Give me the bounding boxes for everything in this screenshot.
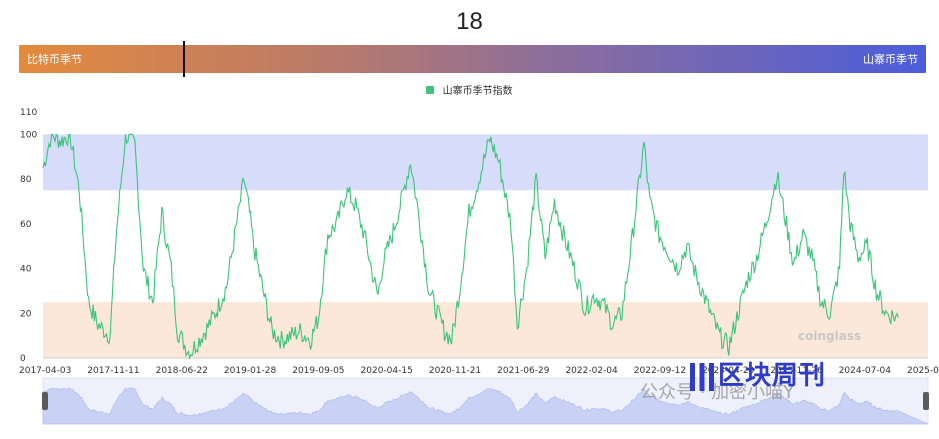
brand-watermark: 区块周刊: [690, 355, 826, 392]
x-tick-label: 2019-09-05: [292, 366, 344, 376]
x-tick-label: 2020-04-15: [361, 366, 413, 376]
coinglass-watermark: coinglass: [798, 329, 862, 343]
x-tick-label: 2019-01-28: [224, 366, 277, 376]
zone-band-0: [43, 134, 928, 191]
x-tick-label: 2020-11-21: [429, 366, 481, 376]
y-tick-label: 110: [20, 108, 37, 118]
x-tick-label: 2022-09-12: [634, 366, 686, 376]
zoom-handle-right[interactable]: [923, 392, 929, 410]
brand-logo-icon: [690, 362, 714, 391]
y-tick-label: 60: [20, 220, 32, 230]
brand-watermark-text: 区块周刊: [718, 361, 827, 391]
x-tick-label: 2025-02-08: [907, 366, 939, 376]
x-tick-label: 2017-04-03: [19, 366, 71, 376]
y-tick-label: 80: [20, 175, 32, 185]
x-tick-label: 2022-02-04: [565, 366, 618, 376]
y-tick-label: 100: [20, 130, 37, 140]
x-tick-label: 2021-06-29: [497, 366, 550, 376]
x-tick-label: 2017-11-11: [87, 366, 139, 376]
y-tick-label: 20: [20, 309, 32, 319]
x-tick-label: 2024-07-04: [839, 366, 892, 376]
zoom-handle-left[interactable]: [42, 392, 48, 410]
y-tick-label: 40: [20, 265, 32, 275]
y-tick-label: 0: [20, 354, 26, 364]
y-axis: 0 20 40 60 80 100 110: [20, 108, 37, 364]
x-tick-label: 2018-06-22: [156, 366, 208, 376]
zone-band-1: [43, 302, 928, 358]
